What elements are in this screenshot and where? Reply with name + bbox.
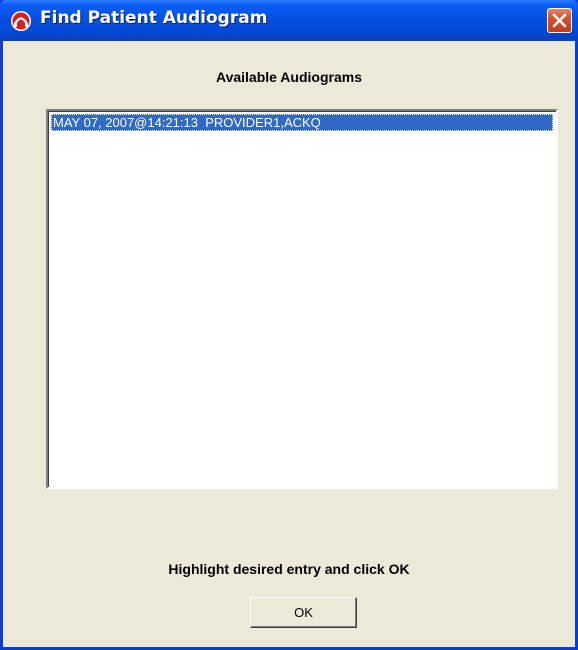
- audiogram-list[interactable]: MAY 07, 2007@14:21:13 PROVIDER1,ACKQ: [46, 109, 558, 489]
- instruction-text: Highlight desired entry and click OK: [168, 561, 410, 577]
- app-icon: [10, 10, 32, 32]
- ok-button[interactable]: OK: [250, 597, 357, 628]
- dialog-body: Available Audiograms MAY 07, 2007@14:21:…: [3, 41, 575, 647]
- close-icon: [552, 13, 567, 28]
- list-item-selected[interactable]: MAY 07, 2007@14:21:13 PROVIDER1,ACKQ: [51, 114, 553, 131]
- list-heading: Available Audiograms: [215, 69, 362, 85]
- find-patient-audiogram-window: Find Patient Audiogram Available Audiogr…: [0, 0, 578, 650]
- close-button[interactable]: [547, 8, 572, 33]
- title-bar[interactable]: Find Patient Audiogram: [0, 0, 578, 41]
- window-title: Find Patient Audiogram: [40, 8, 268, 28]
